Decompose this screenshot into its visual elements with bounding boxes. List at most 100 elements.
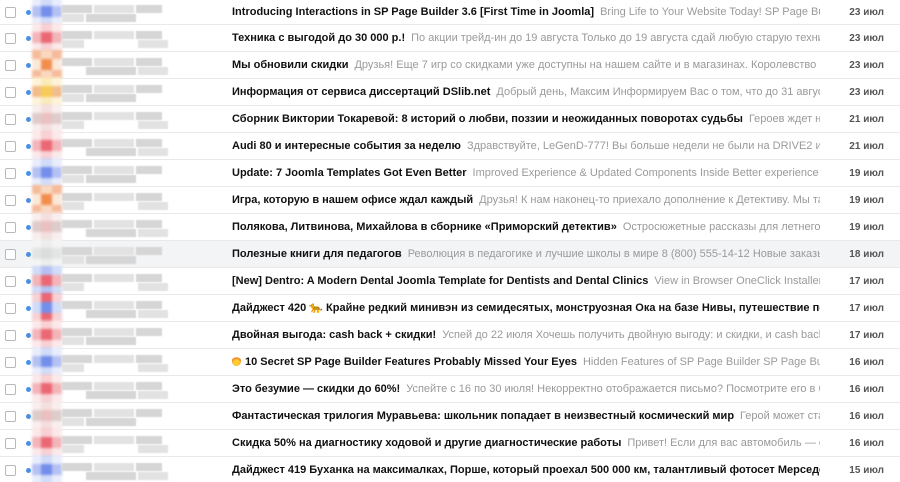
unread-dot-icon[interactable]	[26, 333, 31, 338]
select-checkbox[interactable]	[5, 141, 16, 152]
unread-dot-icon[interactable]	[26, 171, 31, 176]
message-row[interactable]: Полякова, Литвинова, Михайлова в сборник…	[0, 212, 900, 242]
message-row[interactable]: Это безумие — скидки до 60%! Успейте с 16…	[0, 374, 900, 404]
message-preview[interactable]: Успей до 22 июля Хочешь получить двойную…	[442, 329, 820, 341]
unread-dot-icon[interactable]	[26, 387, 31, 392]
message-preview[interactable]: Bring Life to Your Website Today! SP Pag…	[600, 6, 820, 18]
message-preview[interactable]: Друзья! К нам наконец-то приехало дополн…	[479, 194, 820, 206]
message-preview[interactable]: Improved Experience & Updated Components…	[473, 167, 820, 179]
select-checkbox[interactable]	[5, 87, 16, 98]
select-checkbox[interactable]	[5, 276, 16, 287]
message-row[interactable]: Дайджест 419 Буханка на максималках, Пор…	[0, 455, 900, 482]
select-checkbox[interactable]	[5, 33, 16, 44]
message-subject[interactable]: Дайджест 420 🐆 Крайне редкий минивэн из …	[232, 302, 820, 314]
message-row[interactable]: Фантастическая трилогия Муравьева: школь…	[0, 401, 900, 431]
select-checkbox[interactable]	[5, 222, 16, 233]
unread-dot-icon[interactable]	[26, 441, 31, 446]
select-checkbox[interactable]	[5, 384, 16, 395]
message-row[interactable]: Мы обновили скидки Друзья! Еще 7 игр со с…	[0, 50, 900, 80]
message-content[interactable]: Двойная выгода: cash back + скидки! Успей…	[232, 322, 820, 349]
message-subject[interactable]: Скидка 50% на диагностику ходовой и друг…	[232, 437, 621, 449]
message-row[interactable]: Игра, которую в нашем офисе ждал каждый Д…	[0, 185, 900, 215]
message-content[interactable]: Полезные книги для педагогов Революция в …	[232, 241, 820, 268]
select-checkbox[interactable]	[5, 438, 16, 449]
unread-dot-icon[interactable]	[26, 36, 31, 41]
message-subject[interactable]: Информация от сервиса диссертаций DSlib.…	[232, 86, 490, 98]
message-row[interactable]: 10 Secret SP Page Builder Features Proba…	[0, 347, 900, 377]
message-subject[interactable]: Двойная выгода: cash back + скидки!	[232, 329, 436, 341]
unread-dot-icon[interactable]	[26, 225, 31, 230]
message-subject[interactable]: Техника с выгодой до 30 000 р.!	[232, 32, 405, 44]
unread-dot-icon[interactable]	[26, 414, 31, 419]
message-preview[interactable]: Друзья! Еще 7 игр со скидками уже доступ…	[354, 59, 820, 71]
message-row[interactable]: Introducing Interactions in SP Page Buil…	[0, 0, 900, 27]
message-content[interactable]: Техника с выгодой до 30 000 р.! По акции …	[232, 25, 820, 52]
message-content[interactable]: Update: 7 Joomla Templates Got Even Bett…	[232, 160, 820, 187]
select-checkbox[interactable]	[5, 60, 16, 71]
message-content[interactable]: Introducing Interactions in SP Page Buil…	[232, 0, 820, 26]
message-subject[interactable]: Audi 80 и интересные события за неделю	[232, 140, 461, 152]
message-subject[interactable]: 10 Secret SP Page Builder Features Proba…	[245, 356, 577, 368]
message-preview[interactable]: Успейте с 16 по 30 июля! Некорректно ото…	[406, 383, 820, 395]
message-row[interactable]: Полезные книги для педагогов Революция в …	[0, 239, 900, 269]
message-preview[interactable]: Здравствуйте, LeGenD-777! Вы больше неде…	[467, 140, 820, 152]
message-content[interactable]: Это безумие — скидки до 60%! Успейте с 16…	[232, 376, 820, 403]
message-subject[interactable]: Мы обновили скидки	[232, 59, 348, 71]
select-checkbox[interactable]	[5, 195, 16, 206]
message-row[interactable]: Скидка 50% на диагностику ходовой и друг…	[0, 428, 900, 458]
unread-dot-icon[interactable]	[26, 63, 31, 68]
unread-dot-icon[interactable]	[26, 279, 31, 284]
unread-dot-icon[interactable]	[26, 360, 31, 365]
message-content[interactable]: Сборник Виктории Токаревой: 8 историй о …	[232, 106, 820, 133]
select-checkbox[interactable]	[5, 357, 16, 368]
unread-dot-icon[interactable]	[26, 144, 31, 149]
message-preview[interactable]: Герой может стать фактором, кото	[740, 410, 820, 422]
message-content[interactable]: Мы обновили скидки Друзья! Еще 7 игр со с…	[232, 52, 820, 79]
message-content[interactable]: Игра, которую в нашем офисе ждал каждый Д…	[232, 187, 820, 214]
message-row[interactable]: Двойная выгода: cash back + скидки! Успей…	[0, 320, 900, 350]
message-content[interactable]: Информация от сервиса диссертаций DSlib.…	[232, 79, 820, 106]
message-subject[interactable]: Это безумие — скидки до 60%!	[232, 383, 400, 395]
message-row[interactable]: Update: 7 Joomla Templates Got Even Bett…	[0, 158, 900, 188]
select-checkbox[interactable]	[5, 7, 16, 18]
message-preview[interactable]: View in Browser OneClick Installer, Read…	[654, 275, 820, 287]
unread-dot-icon[interactable]	[26, 117, 31, 122]
unread-dot-icon[interactable]	[26, 306, 31, 311]
message-preview[interactable]: Остросюжетные рассказы для летнего отпус…	[623, 221, 820, 233]
message-content[interactable]: Фантастическая трилогия Муравьева: школь…	[232, 403, 820, 430]
message-content[interactable]: [New] Dentro: A Modern Dental Joomla Tem…	[232, 268, 820, 295]
message-subject[interactable]: Update: 7 Joomla Templates Got Even Bett…	[232, 167, 467, 179]
message-row[interactable]: [New] Dentro: A Modern Dental Joomla Tem…	[0, 266, 900, 296]
select-checkbox[interactable]	[5, 249, 16, 260]
select-checkbox[interactable]	[5, 411, 16, 422]
message-subject[interactable]: Фантастическая трилогия Муравьева: школь…	[232, 410, 734, 422]
message-content[interactable]: Скидка 50% на диагностику ходовой и друг…	[232, 430, 820, 457]
message-row[interactable]: Сборник Виктории Токаревой: 8 историй о …	[0, 104, 900, 134]
unread-dot-icon[interactable]	[26, 10, 31, 15]
message-preview[interactable]: Hidden Features of SP Page Builder SP Pa…	[583, 356, 820, 368]
message-content[interactable]: Audi 80 и интересные события за неделю Зд…	[232, 133, 820, 160]
message-content[interactable]: 10 Secret SP Page Builder Features Proba…	[232, 349, 820, 376]
message-subject[interactable]: Дайджест 419 Буханка на максималках, Пор…	[232, 464, 820, 476]
message-subject[interactable]: Игра, которую в нашем офисе ждал каждый	[232, 194, 473, 206]
select-checkbox[interactable]	[5, 465, 16, 476]
message-preview[interactable]: Героев ждет немало испытаний	[749, 113, 820, 125]
message-subject[interactable]: [New] Dentro: A Modern Dental Joomla Tem…	[232, 275, 648, 287]
message-preview[interactable]: Добрый день, Максим Информируем Вас о то…	[496, 86, 820, 98]
message-subject[interactable]: Introducing Interactions in SP Page Buil…	[232, 6, 594, 18]
unread-dot-icon[interactable]	[26, 252, 31, 257]
message-preview[interactable]: По акции трейд-ин до 19 августа Только д…	[411, 32, 820, 44]
message-preview[interactable]: Привет! Если для вас автомобиль — средст…	[627, 437, 820, 449]
message-subject[interactable]: Полезные книги для педагогов	[232, 248, 402, 260]
unread-dot-icon[interactable]	[26, 468, 31, 473]
message-subject[interactable]: Полякова, Литвинова, Михайлова в сборник…	[232, 221, 617, 233]
message-row[interactable]: Audi 80 и интересные события за неделю Зд…	[0, 131, 900, 161]
select-checkbox[interactable]	[5, 330, 16, 341]
message-preview[interactable]: Революция в педагогике и лучшие школы в …	[408, 248, 820, 260]
message-row[interactable]: Информация от сервиса диссертаций DSlib.…	[0, 77, 900, 107]
select-checkbox[interactable]	[5, 303, 16, 314]
message-content[interactable]: Дайджест 420 🐆 Крайне редкий минивэн из …	[232, 295, 820, 322]
unread-dot-icon[interactable]	[26, 198, 31, 203]
message-content[interactable]: Дайджест 419 Буханка на максималках, Пор…	[232, 457, 820, 482]
select-checkbox[interactable]	[5, 114, 16, 125]
